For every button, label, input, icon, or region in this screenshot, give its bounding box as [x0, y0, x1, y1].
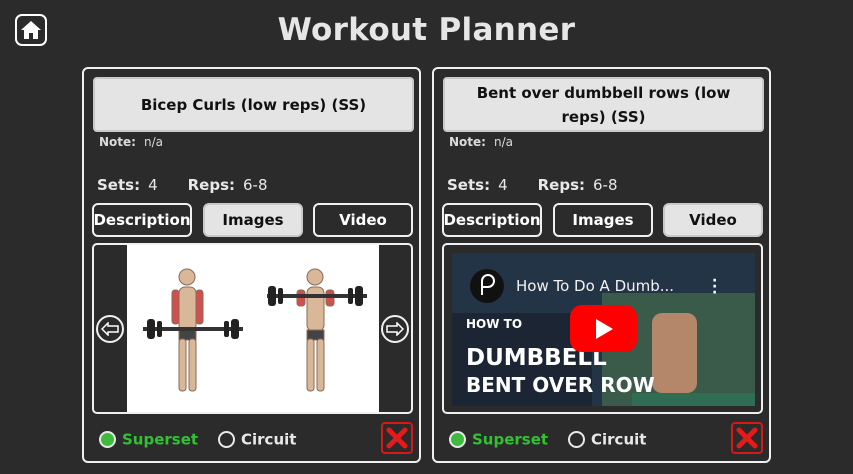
channel-logo-icon	[481, 274, 495, 295]
superset-label: Superset	[122, 430, 199, 449]
arrow-right-icon	[386, 322, 404, 336]
superset-label: Superset	[472, 430, 549, 449]
arrow-left-icon	[101, 322, 119, 336]
reps-value: 6-8	[593, 176, 618, 194]
tab-video[interactable]: Video	[663, 203, 763, 237]
note-value: n/a	[493, 135, 513, 149]
note-label: Note:	[99, 135, 136, 149]
reps-value: 6-8	[243, 176, 268, 194]
circuit-radio[interactable]	[218, 431, 235, 448]
reps-label: Reps:	[187, 176, 236, 194]
close-icon	[736, 427, 758, 449]
sets-value: 4	[498, 176, 508, 194]
play-button[interactable]	[570, 305, 637, 352]
exercise-note: Note: n/a	[99, 135, 163, 149]
exercise-name-button[interactable]: Bicep Curls (low reps) (SS)	[93, 77, 414, 132]
tab-video[interactable]: Video	[313, 203, 413, 237]
note-value: n/a	[143, 135, 163, 149]
close-icon	[386, 427, 408, 449]
exercise-image	[127, 245, 379, 412]
next-image-button[interactable]	[381, 315, 409, 343]
video-overlay-line3: BENT OVER ROW	[466, 373, 655, 397]
circuit-label: Circuit	[241, 430, 297, 449]
channel-avatar[interactable]	[470, 269, 504, 303]
tab-images[interactable]: Images	[553, 203, 653, 237]
superset-option[interactable]: Superset	[449, 430, 548, 449]
video-title[interactable]: How To Do A Dumb...	[516, 277, 674, 295]
tab-images[interactable]: Images	[203, 203, 303, 237]
circuit-option[interactable]: Circuit	[218, 430, 296, 449]
video-overlay-line1: HOW TO	[466, 317, 523, 331]
video-player[interactable]: How To Do A Dumb... · · · HOW TO DUMBBELL …	[452, 253, 755, 406]
exercise-note: Note: n/a	[449, 135, 513, 149]
exercise-name-button[interactable]: Bent over dumbbell rows (low reps) (SS)	[443, 77, 764, 132]
delete-exercise-button[interactable]	[381, 422, 413, 454]
superset-radio[interactable]	[99, 431, 116, 448]
delete-exercise-button[interactable]	[731, 422, 763, 454]
video-panel: How To Do A Dumb... · · · HOW TO DUMBBELL …	[442, 243, 763, 414]
reps-label: Reps:	[537, 176, 586, 194]
page-title: Workout Planner	[277, 12, 576, 48]
exercise-card: Bicep Curls (low reps) (SS) Note: n/a Set…	[82, 67, 421, 463]
exercise-card: Bent over dumbbell rows (low reps) (SS) …	[432, 67, 771, 463]
circuit-label: Circuit	[591, 430, 647, 449]
play-icon	[595, 318, 613, 339]
circuit-option[interactable]: Circuit	[568, 430, 646, 449]
sets-value: 4	[148, 176, 158, 194]
note-label: Note:	[449, 135, 486, 149]
sets-label: Sets:	[447, 176, 491, 194]
more-options-icon[interactable]: · · ·	[712, 274, 717, 300]
tab-description[interactable]: Description	[92, 203, 192, 237]
tab-description[interactable]: Description	[442, 203, 542, 237]
image-viewer	[92, 243, 413, 414]
exercise-stats: Sets: 4 Reps: 6-8	[447, 176, 618, 194]
superset-option[interactable]: Superset	[99, 430, 198, 449]
superset-radio[interactable]	[449, 431, 466, 448]
previous-image-button[interactable]	[96, 315, 124, 343]
sets-label: Sets:	[97, 176, 141, 194]
exercise-stats: Sets: 4 Reps: 6-8	[97, 176, 268, 194]
circuit-radio[interactable]	[568, 431, 585, 448]
